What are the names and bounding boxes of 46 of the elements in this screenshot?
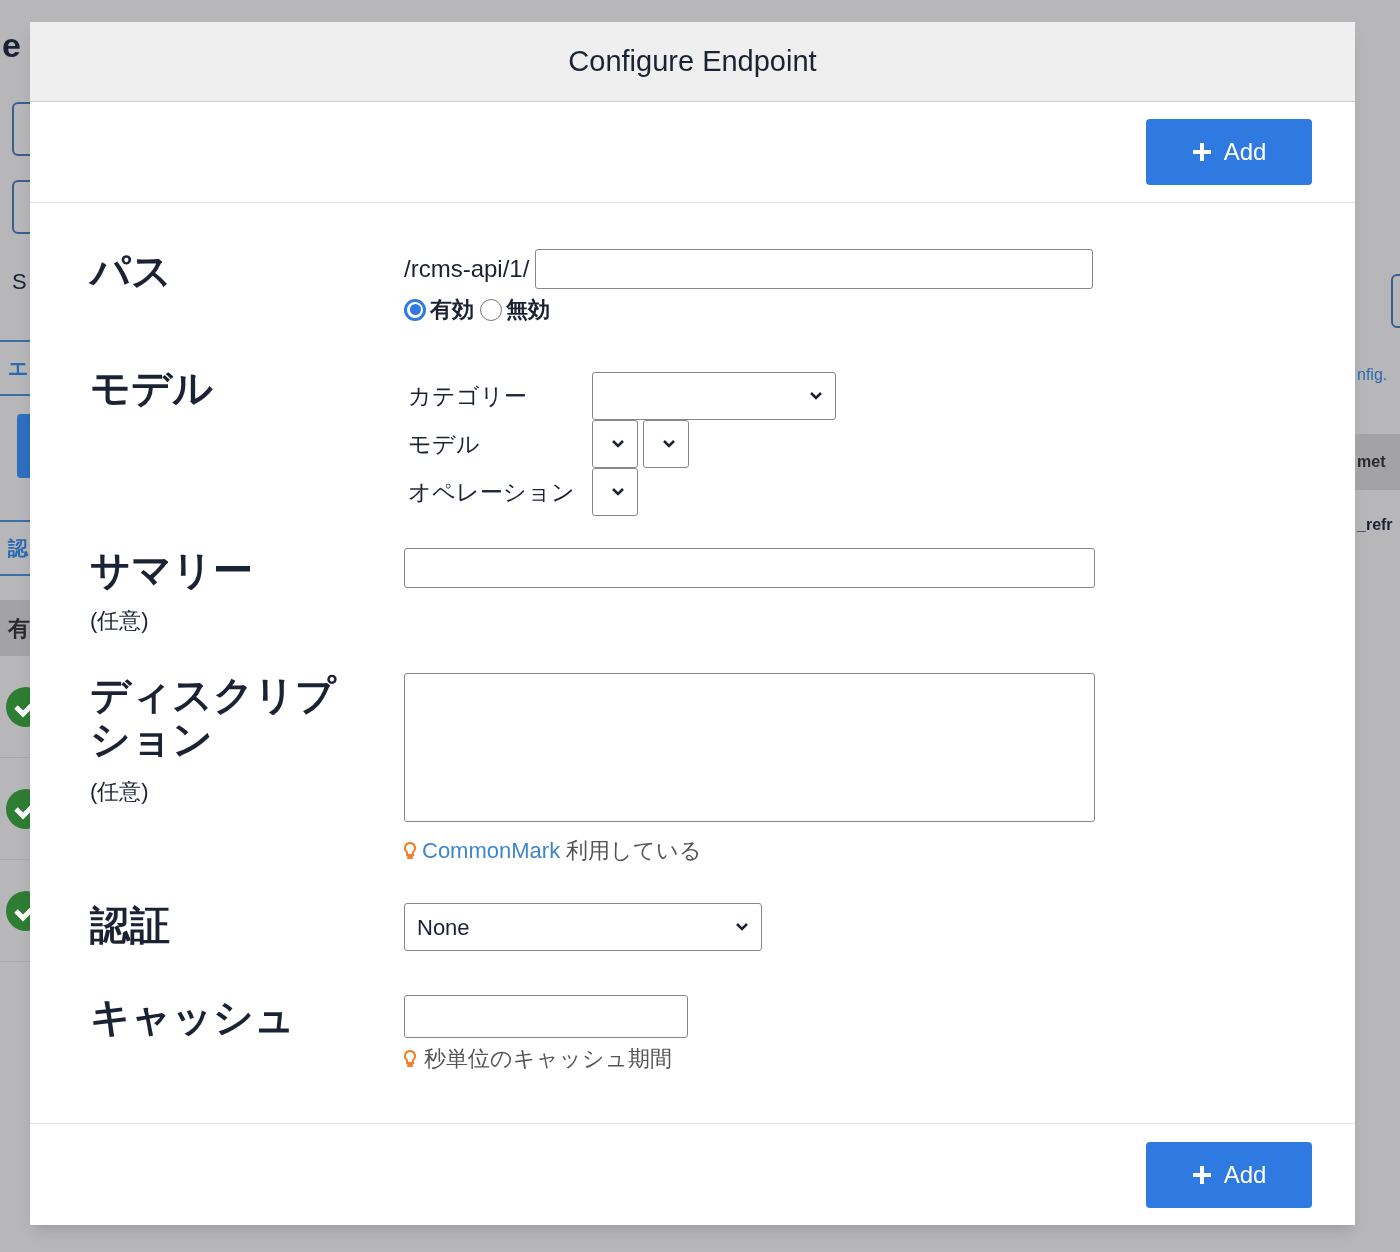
radio-label: 有効: [430, 296, 474, 324]
plus-icon: [1191, 1164, 1212, 1185]
lightbulb-icon: [404, 841, 416, 860]
radio-label: 無効: [506, 296, 550, 324]
background-text: S: [12, 267, 27, 296]
field-label: パス: [90, 249, 172, 293]
background-tab[interactable]: エ: [8, 353, 28, 383]
background-text: _refr: [1357, 515, 1393, 535]
model-row-label: カテゴリー: [408, 381, 528, 411]
plus-icon: [1191, 142, 1212, 162]
model-row-label: オペレーション: [408, 477, 576, 507]
cache-input[interactable]: [404, 995, 688, 1038]
commonmark-link[interactable]: CommonMark: [422, 834, 561, 867]
select-field[interactable]: [592, 372, 836, 420]
hint-text: 利用している: [566, 837, 703, 865]
hint-text: 秒単位のキャッシュ期間: [424, 1045, 672, 1073]
select-field[interactable]: None: [404, 903, 762, 951]
select-field[interactable]: [592, 420, 638, 468]
dialog-title: Configure Endpoint: [568, 43, 817, 79]
chevron-icon: [611, 439, 625, 449]
radio-button[interactable]: [404, 298, 426, 321]
column-header: 有: [8, 614, 30, 643]
field-label: キャッシュ: [90, 995, 295, 1039]
field-label: 認証: [90, 903, 170, 947]
optional-note: (任意): [90, 607, 150, 635]
add-button[interactable]: Add: [1146, 1141, 1312, 1208]
column-header: met: [1357, 452, 1386, 472]
field-label: ディスクリプション: [90, 673, 338, 761]
chevron-icon: [735, 922, 749, 932]
select-field[interactable]: [643, 420, 689, 468]
add-button[interactable]: Add: [1146, 119, 1312, 185]
path-prefix: /rcms-api/1/: [404, 254, 530, 284]
lightbulb-icon: [404, 1049, 416, 1068]
optional-note: (任意): [90, 778, 150, 806]
select-field[interactable]: [592, 468, 638, 516]
chevron-icon: [611, 487, 625, 497]
path-input[interactable]: [535, 249, 1094, 289]
model-row-label: モデル: [408, 429, 481, 459]
background-tab[interactable]: 認: [8, 533, 28, 563]
background-link[interactable]: nfig.: [1357, 363, 1388, 387]
chevron-icon: [662, 439, 676, 449]
page-heading: e: [2, 24, 21, 66]
summary-input[interactable]: [404, 548, 1095, 588]
field-label: サマリー: [90, 548, 254, 592]
chevron-icon: [809, 391, 823, 401]
field-label: モデル: [90, 366, 213, 410]
